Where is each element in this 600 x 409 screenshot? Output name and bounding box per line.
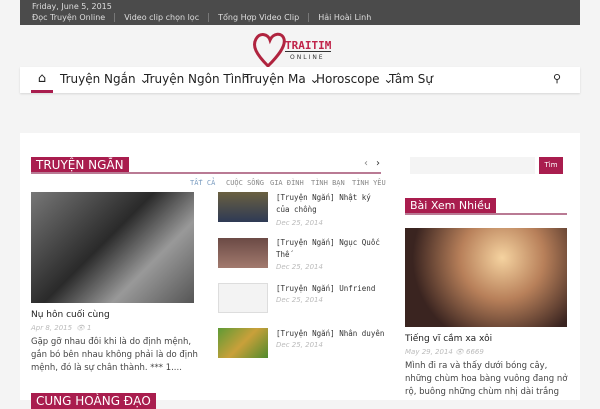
top-link[interactable]: Đọc Truyện Online [32,13,116,22]
item-thumbnail[interactable] [218,328,268,358]
tab-tinh-ban[interactable]: TÌNH BẠN [311,179,345,187]
top-bar: Friday, June 5, 2015 Đọc Truyện Online V… [20,0,580,25]
home-icon[interactable]: ⌂ [31,67,53,93]
prev-arrow-icon[interactable]: ‹ [364,158,368,169]
search-button[interactable]: Tìm [539,157,563,174]
top-link[interactable]: Hải Hoài Linh [318,13,380,22]
nav-truyen-ngan[interactable]: Truyện Ngắn ⌄ [60,72,149,86]
tab-gia-dinh[interactable]: GIA ĐÌNH [270,179,304,187]
popular-post-excerpt: Mình đi ra và thấy dưới bóng cây, những … [405,361,568,397]
featured-excerpt: Gặp gỡ nhau đôi khi là do định mệnh, gắn… [31,337,198,373]
tab-tinh-yeu[interactable]: TÌNH YÊU [352,179,386,187]
item-title[interactable]: [Truyện Ngắn] Nhân duyên [276,328,386,340]
tab-all[interactable]: TẤT CẢ [190,179,215,187]
popular-post-date: May 29, 2014 [405,348,453,356]
item-thumbnail[interactable] [218,238,268,268]
popular-post-title[interactable]: Tiếng vĩ cầm xa xôi [405,334,492,344]
top-link[interactable]: Video clip chọn lọc [124,13,210,22]
current-date: Friday, June 5, 2015 [32,2,112,11]
item-title[interactable]: [Truyện Ngắn] Unfriend [276,283,386,295]
top-link[interactable]: Tổng Hợp Video Clip [218,13,310,22]
nav-truyen-ngon-tinh[interactable]: Truyện Ngôn Tình [144,72,249,86]
eye-icon: 👁 [455,348,464,356]
section2-title: CUNG HOÀNG ĐẠO [31,393,156,409]
logo-text: TRAITIM [285,39,332,52]
main-nav: ⌂ Truyện Ngắn ⌄ Truyện Ngôn Tình Truyện … [20,67,580,93]
nav-horoscope[interactable]: Horoscope ⌄ [316,72,393,86]
search-icon[interactable]: ⚲ [553,72,561,85]
featured-views: 1 [87,324,92,332]
section-title: TRUYỆN NGẮN [31,157,129,173]
popular-title: Bài Xem Nhiều [405,198,496,214]
featured-date: Apr 8, 2015 [31,324,73,332]
item-title[interactable]: [Truyện Ngắn] Ngục Quốc Thế [276,237,386,261]
search-input[interactable] [410,157,535,174]
nav-tam-su[interactable]: Tâm Sự [389,72,433,86]
popular-image[interactable] [405,228,567,327]
item-date: Dec 25, 2014 [276,341,323,349]
item-title[interactable]: [Truyện Ngắn] Nhật ký của chồng [276,192,386,216]
popular-post-views: 6669 [466,348,484,356]
item-date: Dec 25, 2014 [276,219,323,227]
item-date: Dec 25, 2014 [276,263,323,271]
item-date: Dec 25, 2014 [276,296,323,304]
featured-title[interactable]: Nụ hôn cuối cùng [31,310,110,320]
next-arrow-icon[interactable]: › [376,158,380,169]
svg-text:ONLINE: ONLINE [290,54,325,61]
tab-cuoc-song[interactable]: CUỘC SỐNG [226,179,264,187]
featured-image[interactable] [31,192,194,303]
item-thumbnail[interactable] [218,192,268,222]
eye-icon: 👁 [76,324,85,332]
item-thumbnail[interactable] [218,283,268,313]
nav-truyen-ma[interactable]: Truyện Ma ⌄ [244,72,320,86]
site-logo[interactable]: TRAITIM ONLINE [252,30,348,70]
